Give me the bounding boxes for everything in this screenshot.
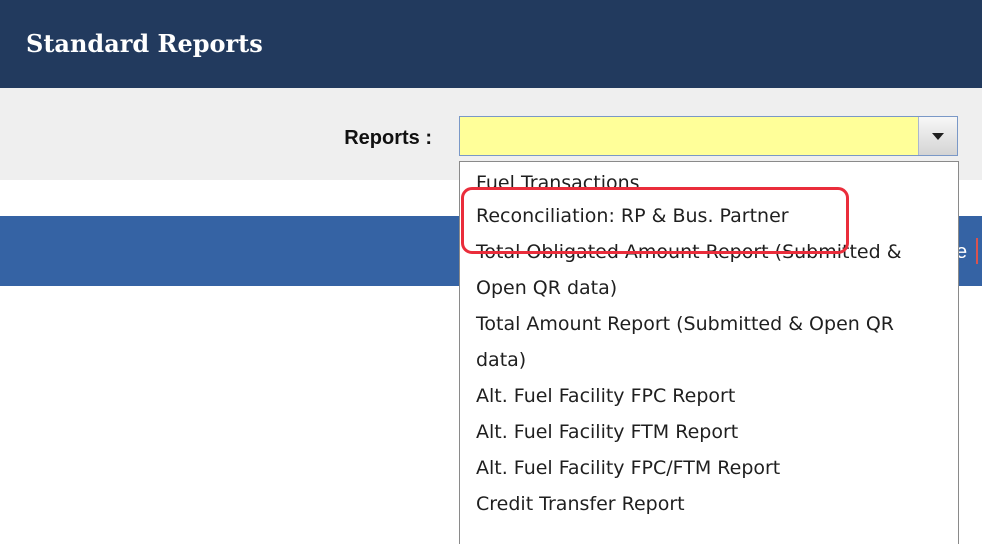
dropdown-option[interactable]: Credit Transfer Report [460, 486, 958, 522]
dropdown-toggle-button[interactable] [918, 117, 957, 155]
reports-label: Reports : [344, 127, 432, 149]
toolbar-divider [976, 238, 978, 264]
dropdown-option[interactable]: Reconciliation: RP & Bus. Partner [460, 198, 958, 234]
dropdown-option[interactable]: Alt. Fuel Facility FPC/FTM Report [460, 450, 958, 486]
reports-select[interactable] [459, 116, 958, 156]
dropdown-option[interactable]: Alt. Fuel Facility FTM Report [460, 414, 958, 450]
dropdown-option[interactable]: Total Amount Report (Submitted & Open QR… [460, 306, 958, 378]
page-header: Standard Reports [0, 0, 982, 88]
dropdown-option[interactable]: Fuel Transactions [460, 168, 958, 198]
caret-down-icon [932, 132, 944, 140]
reports-dropdown-list: Fuel Transactions Reconciliation: RP & B… [459, 161, 959, 544]
dropdown-option[interactable]: Total Obligated Amount Report (Submitted… [460, 234, 958, 306]
page-title: Standard Reports [26, 29, 263, 58]
dropdown-option[interactable]: Alt. Fuel Facility FPC Report [460, 378, 958, 414]
